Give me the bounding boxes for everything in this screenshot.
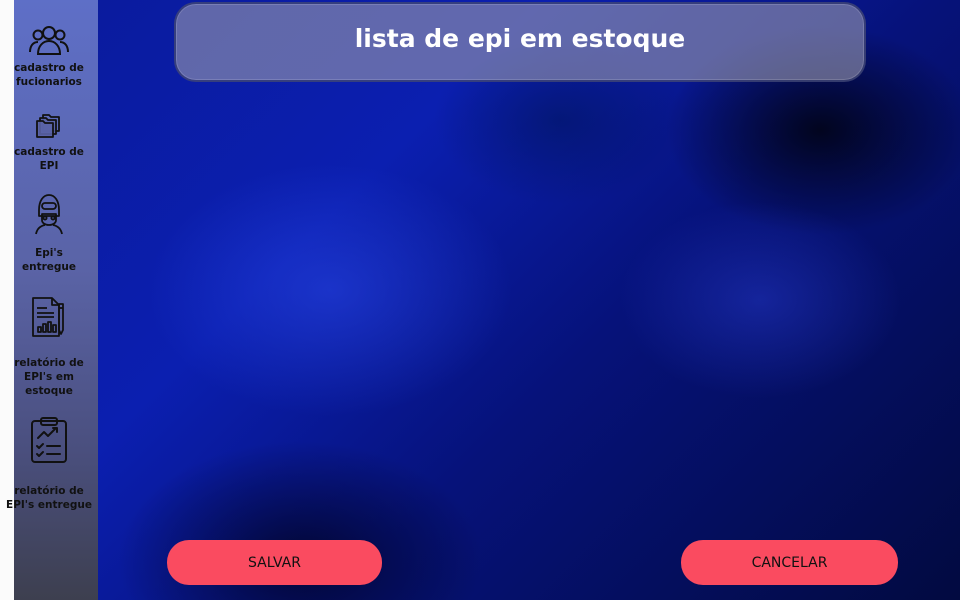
report-chart-pen-icon bbox=[32, 297, 64, 337]
ppe-mask-person-icon bbox=[35, 194, 63, 235]
users-group-icon bbox=[29, 26, 69, 55]
save-button[interactable]: SALVAR bbox=[167, 540, 382, 585]
sidebar-item-label: Epi's entregue bbox=[21, 247, 77, 273]
sidebar-item-label: relatório de EPI's em estoque bbox=[14, 357, 84, 397]
sidebar-item-epis-entregue[interactable]: Epi's entregue bbox=[0, 192, 98, 274]
sidebar-item-relatorio-estoque[interactable]: relatório de EPI's em estoque bbox=[0, 296, 98, 398]
sidebar-item-relatorio-entregue[interactable]: relatório de EPI's entregue bbox=[0, 416, 98, 512]
background bbox=[0, 0, 960, 600]
sidebar-item-label: relatório de EPI's entregue bbox=[6, 485, 92, 511]
page-title: lista de epi em estoque bbox=[354, 23, 686, 53]
sidebar-item-cadastro-epi[interactable]: cadastro de EPI bbox=[0, 110, 98, 173]
folders-icon bbox=[36, 114, 60, 138]
sidebar-item-label: cadastro de EPI bbox=[14, 146, 84, 172]
cancel-button[interactable]: CANCELAR bbox=[681, 540, 898, 585]
sidebar-item-cadastro-funcionarios[interactable]: cadastro de fucionarios bbox=[0, 22, 98, 89]
clipboard-checklist-icon bbox=[31, 417, 67, 463]
sidebar-item-label: cadastro de fucionarios bbox=[14, 62, 84, 88]
title-bar: lista de epi em estoque bbox=[174, 2, 866, 82]
